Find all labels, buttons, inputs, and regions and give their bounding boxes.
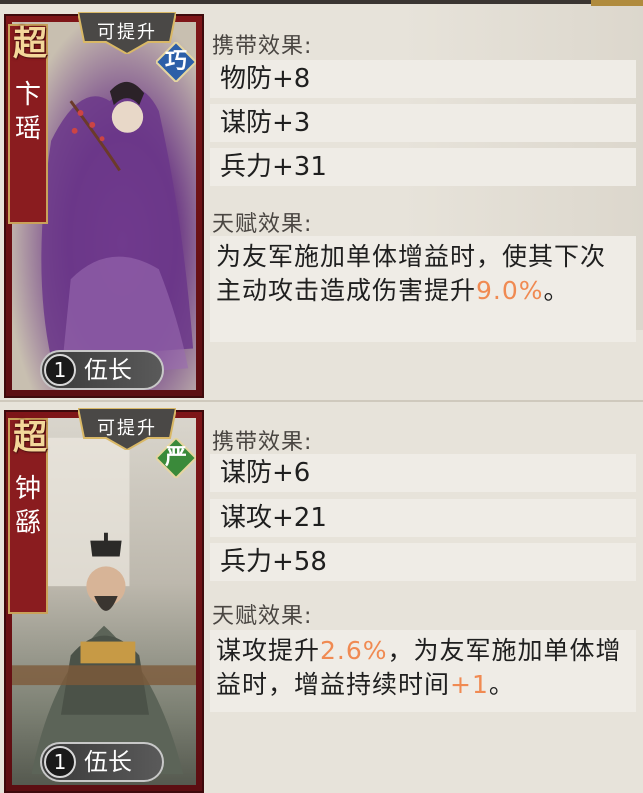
- rank-badge: 1 伍长: [40, 742, 164, 782]
- general-entry-1: 超 卞瑶 可提升 巧 1 伍长 携带效果: 物防+8 谋防+3 兵力+31 天赋…: [0, 0, 643, 400]
- carry-effect-title: 携带效果:: [212, 430, 313, 455]
- general-name: 卞瑶: [14, 80, 41, 144]
- type-label: 严: [164, 445, 187, 470]
- talent-value: 9.0%: [476, 276, 544, 305]
- stat-row: 兵力+58: [210, 543, 636, 581]
- upgrade-label: 可提升: [97, 418, 157, 439]
- general-entry-2: 超 钟繇 可提升 严 1 伍长 携带效果: 谋防+6 谋攻+21 兵力+58 天…: [0, 402, 643, 793]
- general-card[interactable]: 超 钟繇 可提升 严 1 伍长: [4, 408, 204, 793]
- talent-effect-title: 天赋效果:: [212, 212, 313, 237]
- rank-badge: 1 伍长: [40, 350, 164, 390]
- rank-level: 1: [44, 746, 76, 778]
- rank-title: 伍长: [84, 748, 132, 776]
- stat-row: 兵力+31: [210, 148, 636, 186]
- talent-description: 谋攻提升2.6%，为友军施加单体增益时，增益持续时间+1。: [210, 630, 636, 712]
- general-card[interactable]: 超 卞瑶 可提升 巧 1 伍长: [4, 12, 204, 398]
- talent-text: 谋攻提升: [216, 636, 321, 665]
- stat-row: 谋防+3: [210, 104, 636, 142]
- talent-text: 。: [543, 276, 570, 305]
- name-strip: 超 卞瑶: [8, 24, 48, 224]
- type-badge: 巧: [156, 42, 196, 82]
- general-name: 钟繇: [14, 474, 41, 538]
- upgrade-label: 可提升: [97, 22, 157, 43]
- stat-row: 谋攻+21: [210, 499, 636, 537]
- talent-effect-title: 天赋效果:: [212, 604, 313, 629]
- type-label: 巧: [164, 49, 187, 74]
- rank-title: 伍长: [84, 356, 132, 384]
- talent-value: +1: [450, 670, 489, 699]
- stat-row: 物防+8: [210, 60, 636, 98]
- grade-badge: 超: [13, 418, 47, 458]
- carry-effect-title: 携带效果:: [212, 34, 313, 59]
- stat-row: 谋防+6: [210, 454, 636, 492]
- grade-badge: 超: [13, 24, 47, 64]
- rank-level: 1: [44, 354, 76, 386]
- type-badge: 严: [156, 438, 196, 478]
- talent-text: 。: [488, 670, 515, 699]
- talent-value: 2.6%: [320, 636, 388, 665]
- talent-description: 为友军施加单体增益时，使其下次主动攻击造成伤害提升9.0%。: [210, 236, 636, 342]
- name-strip: 超 钟繇: [8, 418, 48, 614]
